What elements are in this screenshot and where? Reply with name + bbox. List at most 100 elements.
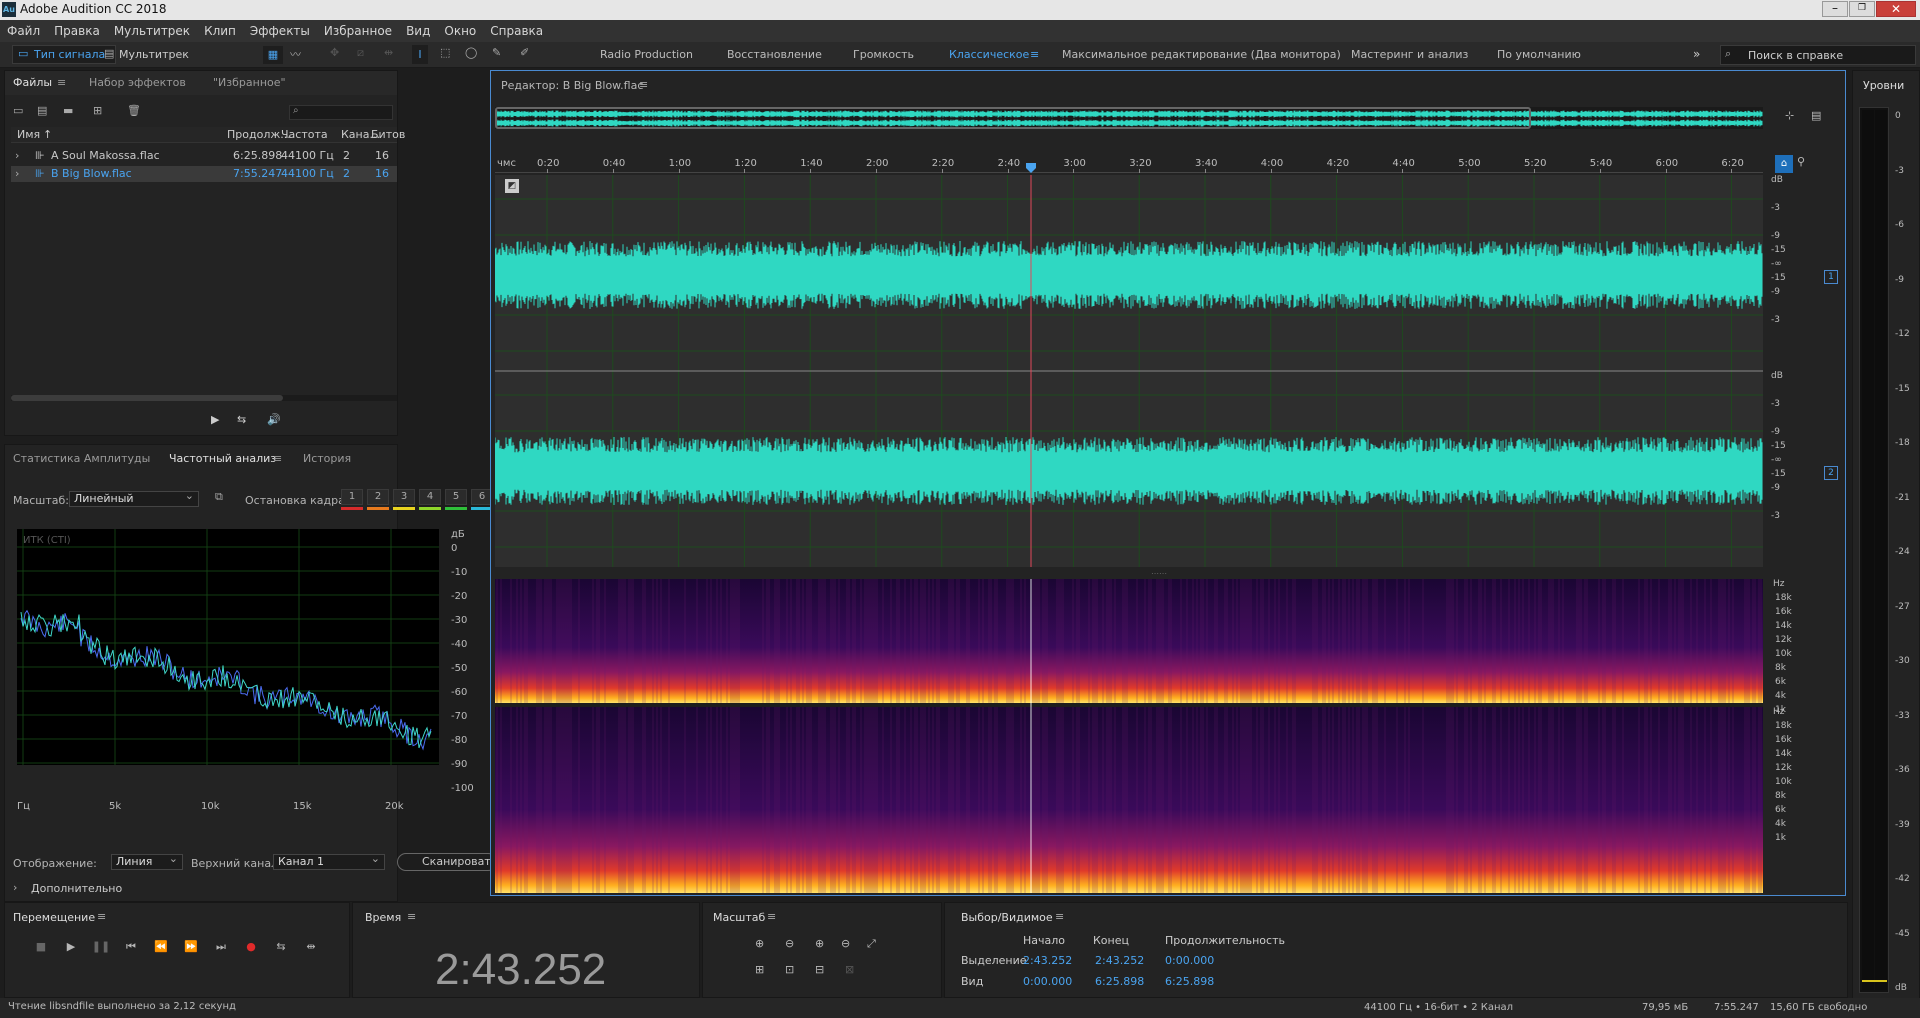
new-file-icon[interactable]: ▬ [63,104,73,117]
close-icon[interactable]: ✕ [1876,1,1916,17]
waveform-display[interactable]: ◩ [495,175,1763,567]
files-horizontal-scrollbar[interactable] [11,395,397,401]
splitter-handle[interactable]: ⋯⋯ [1151,569,1167,578]
zoom-in-point-icon[interactable]: ⊡ [785,963,794,976]
menu-2[interactable]: Мультитрек [107,20,197,42]
editor-menu-icon[interactable]: ≡ [639,78,648,91]
marker-icon[interactable]: ⚲ [1797,155,1805,168]
slip-tool-icon[interactable]: ⇹ [384,46,393,59]
zoom-out-time-icon[interactable]: ⊖ [841,937,850,950]
marquee-tool-icon[interactable]: ⬚ [440,46,450,59]
waveform-view-icon[interactable]: ▦ [263,46,283,64]
tab-favorites[interactable]: "Избранное" [213,71,286,95]
workspace-4[interactable]: Максимальное редактирование (Два монитор… [1062,42,1341,68]
rewind-icon[interactable]: ⏪ [151,937,171,957]
snap-icon[interactable]: ⌂ [1775,155,1793,173]
minimize-icon[interactable]: – [1822,1,1848,17]
freeze-frame-button-5[interactable]: 5 [445,489,467,505]
delete-icon[interactable]: 🗑 [127,104,141,117]
loop-preview-icon[interactable]: ⇆ [237,413,246,426]
tab-frequency-analysis[interactable]: Частотный анализ [169,447,276,471]
pause-icon[interactable]: ❚❚ [91,937,111,957]
spectral-view-icon[interactable]: 〰 [290,46,301,62]
brush-tool-icon[interactable]: ✎ [492,46,501,59]
column-rate[interactable]: Частота [281,127,328,143]
copy-graph-icon[interactable]: ⧉ [215,490,223,504]
play-icon[interactable]: ▶ [61,937,81,957]
record-icon[interactable]: ● [241,937,261,957]
zoom-selected-tracks-icon[interactable]: ⊠ [845,963,854,976]
stop-icon[interactable]: ■ [31,937,51,957]
zoom-out-amplitude-icon[interactable]: ⊖ [785,937,794,950]
zoom-menu-icon[interactable]: ≡ [767,910,776,923]
more-workspaces-icon[interactable]: » [1693,47,1700,61]
hud-icon[interactable]: ◩ [505,179,519,193]
scan-button[interactable]: Сканировать [397,853,497,871]
move-tool-icon[interactable]: ✥ [330,46,339,59]
spot-healing-tool-icon[interactable]: ✐ [520,46,529,59]
advanced-label[interactable]: Дополнительно [31,882,122,895]
selection-menu-icon[interactable]: ≡ [1055,910,1064,923]
tab-amplitude-statistics[interactable]: Статистика Амплитуды [13,447,150,471]
zoom-out-full-icon[interactable]: ⤢ [867,937,876,951]
view-options-icon[interactable]: ▤ [1811,109,1821,122]
autoplay-icon[interactable]: 🔊 [267,413,281,426]
file-row[interactable]: › ⊪ A Soul Makossa.flac 6:25.898 44100 Г… [11,148,397,164]
zoom-in-time-icon[interactable]: ⊕ [815,937,824,950]
workspace-menu-icon[interactable]: ≡ [1030,42,1039,68]
tab-files[interactable]: Файлы [13,71,52,95]
playhead-marker[interactable] [1026,163,1036,173]
go-to-end-icon[interactable]: ⏭ [211,937,231,957]
workspace-3[interactable]: Классическое [949,42,1029,68]
current-time[interactable]: 2:43.252 [435,945,606,995]
file-row-selected[interactable]: › ⊪ B Big Blow.flac 7:55.247 44100 Гц 2 … [11,166,397,182]
workspace-0[interactable]: Radio Production [600,42,693,68]
go-to-start-icon[interactable]: ⏮ [121,937,141,957]
menu-8[interactable]: Справка [483,20,550,42]
skip-selection-icon[interactable]: ⇹ [301,937,321,957]
transport-menu-icon[interactable]: ≡ [97,910,106,923]
menu-7[interactable]: Окно [437,20,483,42]
menu-6[interactable]: Вид [399,20,437,42]
display-select[interactable]: Линия [111,852,183,870]
tab-history[interactable]: История [303,447,351,471]
freeze-frame-button-2[interactable]: 2 [367,489,389,505]
menu-3[interactable]: Клип [197,20,243,42]
menu-4[interactable]: Эффекты [243,20,317,42]
time-ruler[interactable]: чмс 0:20 0:40 1:00 1:20 1:40 2:00 2:20 2:40 3:00… [495,155,1763,173]
zoom-selection-icon[interactable]: ⊞ [755,963,764,976]
column-name[interactable]: Имя [17,127,40,143]
expand-icon[interactable]: › [15,148,19,164]
workspace-1[interactable]: Восстановление [727,42,822,68]
workspace-5[interactable]: Мастеринг и анализ [1351,42,1468,68]
view-end[interactable]: 6:25.898 [1095,975,1144,988]
play-preview-icon[interactable]: ▶ [211,413,219,426]
lasso-tool-icon[interactable]: ◯ [465,46,477,59]
files-tab-menu-icon[interactable]: ≡ [57,71,66,95]
zoom-out-full-icon[interactable]: ⊹ [1785,109,1794,122]
loop-icon[interactable]: ⇆ [271,937,291,957]
workspace-6[interactable]: По умолчанию [1497,42,1581,68]
expand-icon[interactable]: › [15,166,19,182]
chevron-right-icon[interactable]: › [13,881,17,894]
zoom-out-point-icon[interactable]: ⊟ [815,963,824,976]
selection-start[interactable]: 2:43.252 [1023,954,1072,967]
menu-5[interactable]: Избранное [317,20,399,42]
channel-1-button[interactable]: 1 [1824,270,1838,284]
zoom-in-amplitude-icon[interactable]: ⊕ [755,937,764,950]
menu-0[interactable]: Файл [0,20,47,42]
maximize-icon[interactable]: ❐ [1849,1,1875,17]
tab-effects-rack[interactable]: Набор эффектов [89,71,186,95]
workspace-2[interactable]: Громкость [853,42,914,68]
top-channel-select[interactable]: Канал 1 [273,852,385,870]
overview-visible-range[interactable] [495,107,1531,129]
analysis-tab-menu-icon[interactable]: ≡ [273,447,282,471]
scale-select[interactable]: Линейный [69,489,199,507]
freeze-frame-button-3[interactable]: 3 [393,489,415,505]
multitrack-mode-button[interactable]: Мультитрек [119,48,189,61]
channel-2-button[interactable]: 2 [1824,466,1838,480]
spectral-display[interactable] [495,579,1763,893]
selection-end[interactable]: 2:43.252 [1095,954,1144,967]
view-start[interactable]: 0:00.000 [1023,975,1072,988]
time-selection-tool-icon[interactable]: Ⅰ [412,45,428,64]
